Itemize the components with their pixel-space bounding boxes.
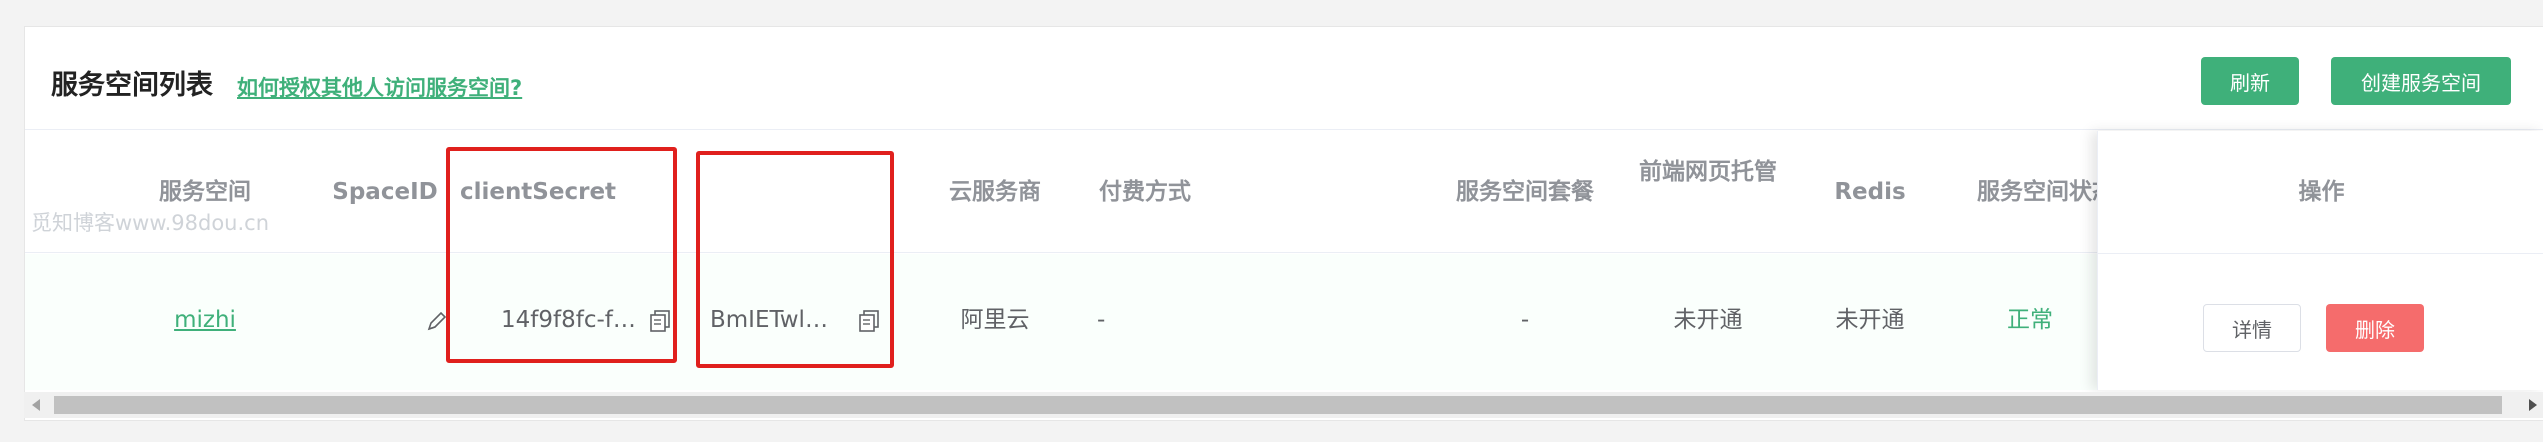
column-header-package: 服务空间套餐 [1456, 179, 1594, 205]
space-name-link[interactable]: mizhi [105, 300, 305, 340]
column-header-cloud-provider: 云服务商 [949, 179, 1041, 205]
column-header-payment: 付费方式 [1099, 179, 1191, 205]
column-header-actions: 操作 [2298, 179, 2345, 205]
frontend-hosting-value: 未开通 [1673, 307, 1743, 333]
page-title: 服务空间列表 [51, 70, 213, 101]
delete-button[interactable]: 删除 [2326, 304, 2424, 352]
space-list-card: 服务空间列表 如何授权其他人访问服务空间? 刷新 创建服务空间 服务空间 Spa… [24, 26, 2543, 421]
scrollbar-thumb[interactable] [54, 396, 2502, 414]
scroll-left-arrow-icon[interactable] [32, 399, 40, 411]
column-header-redis: Redis [1834, 179, 1906, 205]
create-space-button[interactable]: 创建服务空间 [2331, 57, 2511, 105]
scroll-right-arrow-icon[interactable] [2529, 399, 2537, 411]
detail-button[interactable]: 详情 [2203, 304, 2301, 352]
header-divider [2098, 253, 2543, 254]
package-value: - [1520, 307, 1530, 333]
column-header-space-name: 服务空间 [159, 179, 251, 205]
payment-value: - [1097, 307, 1106, 333]
actions-column-fixed: 操作 详情 删除 [2097, 131, 2543, 390]
highlight-box-space-id [446, 147, 677, 363]
redis-value: 未开通 [1835, 307, 1905, 333]
authorize-help-link[interactable]: 如何授权其他人访问服务空间? [237, 72, 522, 102]
watermark-text: 觅知博客www.98dou.cn [31, 211, 270, 235]
refresh-button[interactable]: 刷新 [2201, 57, 2299, 105]
highlight-box-client-secret [696, 151, 894, 368]
cloud-provider-value: 阿里云 [960, 307, 1030, 333]
status-badge: 正常 [2007, 307, 2053, 333]
column-header-frontend-hosting: 前端网页托管 [1639, 159, 1777, 185]
horizontal-scrollbar[interactable] [24, 392, 2543, 418]
card-header: 服务空间列表 如何授权其他人访问服务空间? 刷新 创建服务空间 [25, 27, 2543, 130]
